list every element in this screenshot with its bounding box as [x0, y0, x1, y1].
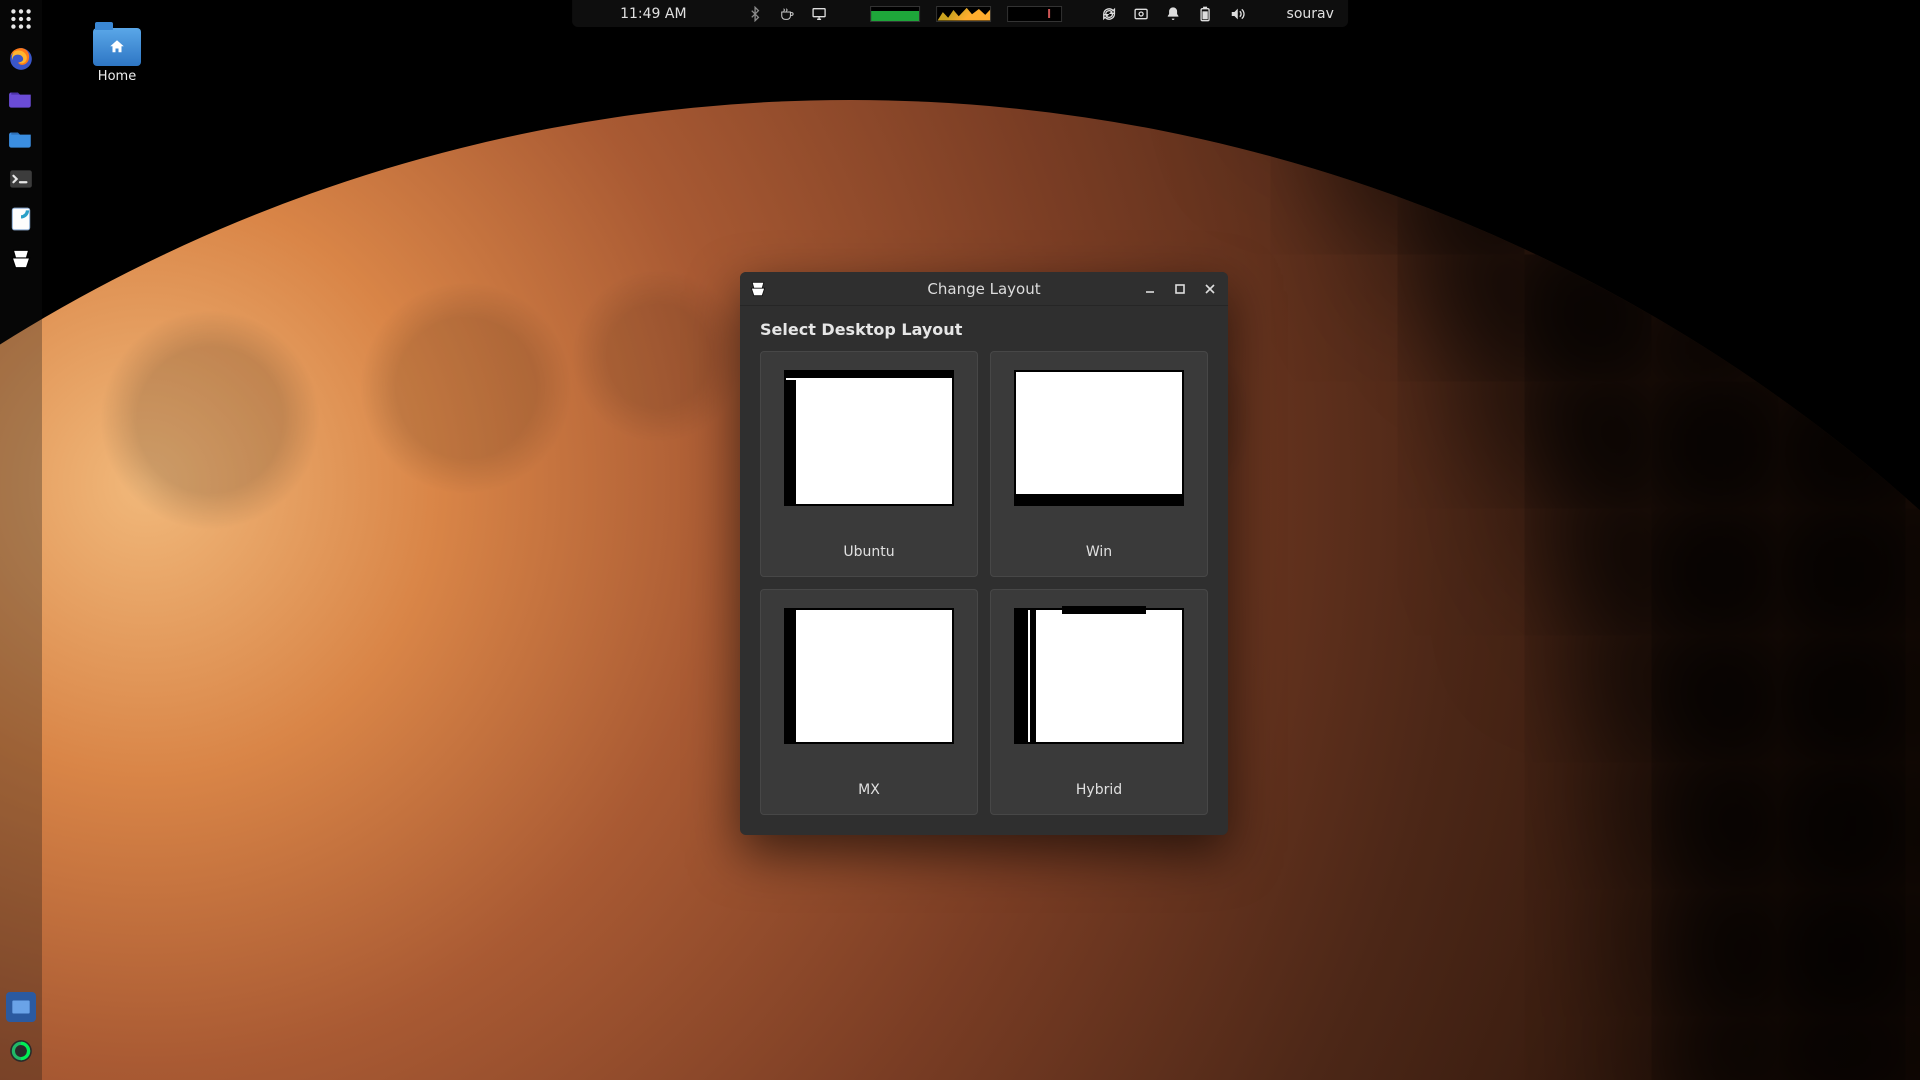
layout-label: MX: [858, 782, 880, 798]
top-panel: 11:49 AM sourav: [572, 0, 1348, 27]
cpu-monitor-graph[interactable]: [871, 6, 921, 22]
network-monitor-graph[interactable]: [937, 6, 992, 22]
layout-option-mx[interactable]: MX: [760, 589, 978, 815]
desktop-icon-home[interactable]: Home: [84, 28, 150, 84]
bluetooth-icon[interactable]: [747, 5, 765, 23]
updates-icon[interactable]: [1101, 5, 1119, 23]
layout-label: Hybrid: [1076, 782, 1122, 798]
tray-section-right: [1101, 5, 1247, 23]
layout-option-win[interactable]: Win: [990, 351, 1208, 577]
dialog-heading: Select Desktop Layout: [760, 320, 1208, 339]
user-menu[interactable]: sourav: [1287, 6, 1334, 22]
apps-grid-icon[interactable]: [6, 4, 36, 34]
dialog-title: Change Layout: [927, 280, 1040, 298]
layout-thumb-mx: [784, 608, 954, 744]
display-icon[interactable]: [811, 5, 829, 23]
dock-bottom: [0, 992, 42, 1066]
layout-label: Ubuntu: [843, 544, 894, 560]
dialog-titlebar[interactable]: Change Layout: [740, 272, 1228, 306]
files-blue-icon[interactable]: [6, 124, 36, 154]
layout-thumb-ubuntu: [784, 370, 954, 506]
layout-option-ubuntu[interactable]: Ubuntu: [760, 351, 978, 577]
battery-icon[interactable]: [1197, 5, 1215, 23]
caffeine-icon[interactable]: [779, 5, 797, 23]
layout-thumb-win: [1014, 370, 1184, 506]
layout-option-hybrid[interactable]: Hybrid: [990, 589, 1208, 815]
files-folder-icon[interactable]: [6, 84, 36, 114]
desktop-icon-label: Home: [98, 69, 136, 84]
terminal-icon[interactable]: [6, 164, 36, 194]
close-button[interactable]: [1196, 276, 1224, 302]
layout-grid: Ubuntu Win MX Hybrid: [760, 351, 1208, 815]
layout-label: Win: [1086, 544, 1112, 560]
left-dock: [0, 0, 42, 1080]
layout-tool-icon[interactable]: [6, 244, 36, 274]
tray-section-left: [747, 5, 829, 23]
dialog-app-icon: [748, 279, 768, 299]
notes-icon[interactable]: [6, 204, 36, 234]
maximize-button[interactable]: [1166, 276, 1194, 302]
firefox-icon[interactable]: [6, 44, 36, 74]
window-controls: [1136, 276, 1224, 302]
change-layout-dialog: Change Layout Select Desktop Layout Ubun…: [740, 272, 1228, 835]
layout-thumb-hybrid: [1014, 608, 1184, 744]
screenshot-icon[interactable]: [1133, 5, 1151, 23]
dialog-body: Select Desktop Layout Ubuntu Win MX Hybr…: [740, 306, 1228, 835]
volume-icon[interactable]: [1229, 5, 1247, 23]
memory-monitor-graph[interactable]: [1008, 6, 1063, 22]
minimize-button[interactable]: [1136, 276, 1164, 302]
home-folder-icon: [93, 28, 141, 66]
notifications-icon[interactable]: [1165, 5, 1183, 23]
workspace-switcher-icon[interactable]: [6, 992, 36, 1022]
show-desktop-icon[interactable]: [6, 1036, 36, 1066]
clock[interactable]: 11:49 AM: [620, 6, 686, 22]
